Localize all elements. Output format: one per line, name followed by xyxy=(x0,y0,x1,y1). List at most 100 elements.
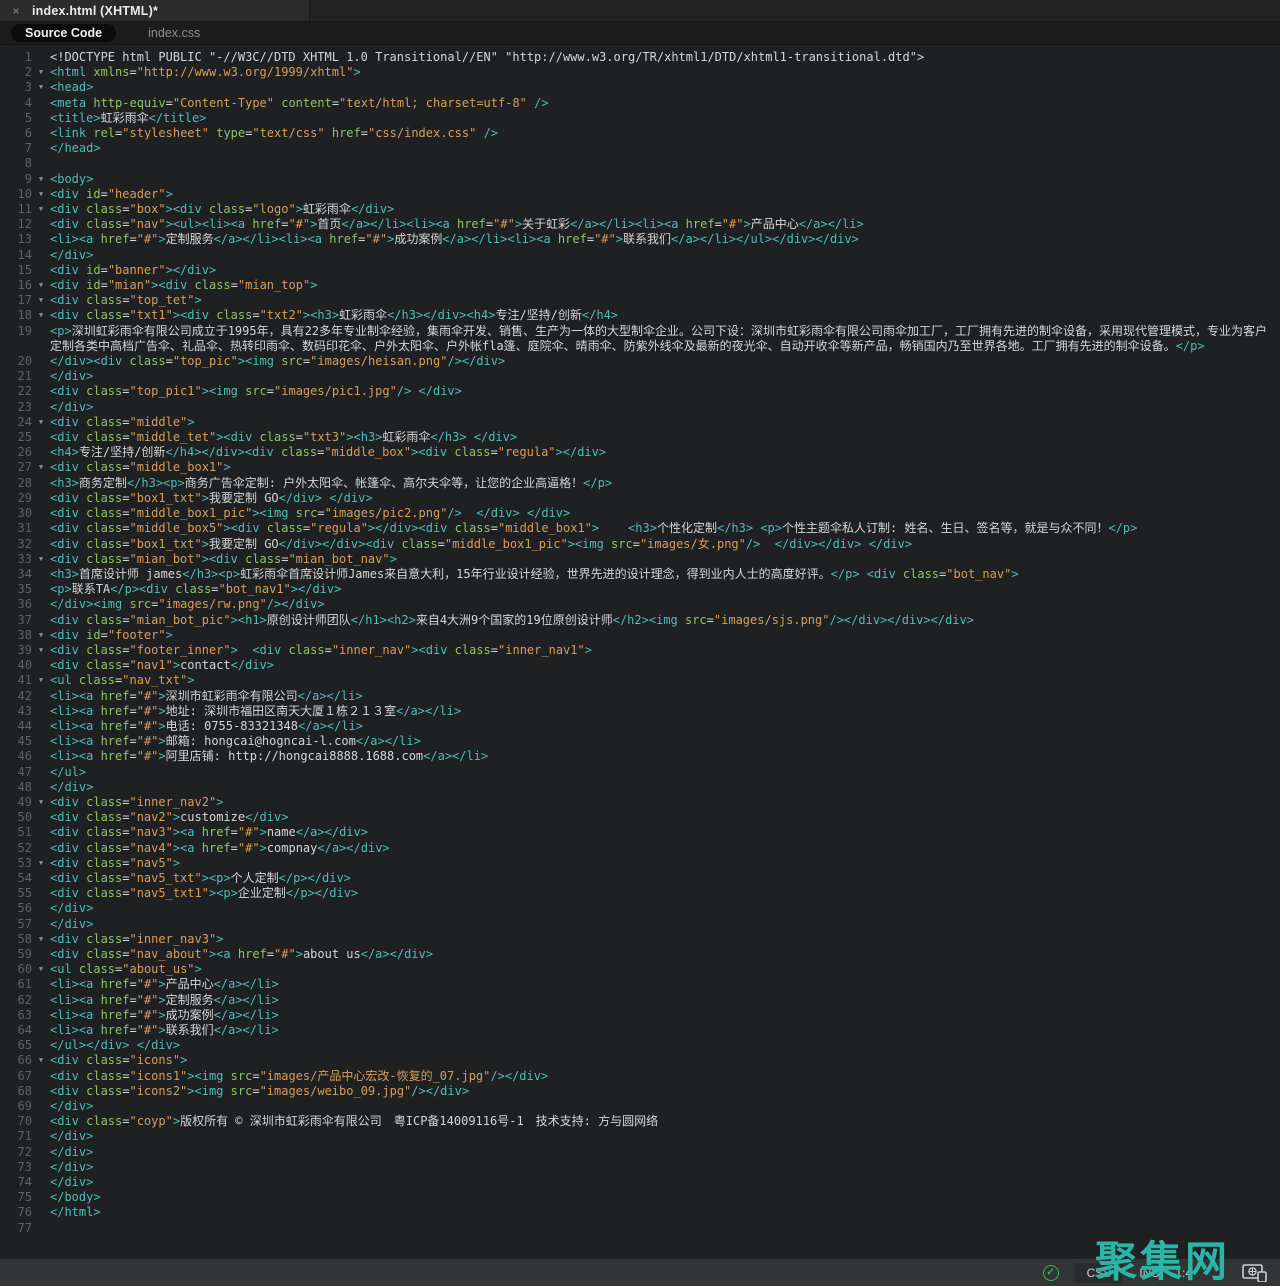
code-line[interactable]: 49▼<div class="inner_nav2"> xyxy=(0,795,1280,810)
code-line[interactable]: 47</ul> xyxy=(0,765,1280,780)
code-line[interactable]: 11▼<div class="box"><div class="logo">虹彩… xyxy=(0,202,1280,217)
code-line[interactable]: 19<p>深圳虹彩雨伞有限公司成立于1995年，具有22多年专业制伞经验，集雨伞… xyxy=(0,324,1280,354)
code-line[interactable]: 15<div id="banner"></div> xyxy=(0,263,1280,278)
fold-arrow-icon[interactable]: ▼ xyxy=(32,1053,50,1068)
code-line[interactable]: 6<link rel="stylesheet" type="text/css" … xyxy=(0,126,1280,141)
code-line[interactable]: 74</div> xyxy=(0,1175,1280,1190)
code-line[interactable]: 48</div> xyxy=(0,780,1280,795)
code-line[interactable]: 36</div><img src="images/rw.png"/></div> xyxy=(0,597,1280,612)
code-line[interactable]: 1<!DOCTYPE html PUBLIC "-//W3C//DTD XHTM… xyxy=(0,50,1280,65)
code-line[interactable]: 51<div class="nav3"><a href="#">name</a>… xyxy=(0,825,1280,840)
code-line[interactable]: 41▼<ul class="nav_txt"> xyxy=(0,673,1280,688)
fold-arrow-icon[interactable]: ▼ xyxy=(32,460,50,475)
code-line[interactable]: 55<div class="nav5_txt1"><p>企业定制</p></di… xyxy=(0,886,1280,901)
code-line[interactable]: 2▼<html xmlns="http://www.w3.org/1999/xh… xyxy=(0,65,1280,80)
code-line[interactable]: 65</ul></div> </div> xyxy=(0,1038,1280,1053)
code-line[interactable]: 7</head> xyxy=(0,141,1280,156)
code-line[interactable]: 56</div> xyxy=(0,901,1280,916)
code-line[interactable]: 5<title>虹彩雨伞</title> xyxy=(0,111,1280,126)
fold-arrow-icon[interactable]: ▼ xyxy=(32,308,50,323)
fold-arrow-icon[interactable]: ▼ xyxy=(32,172,50,187)
fold-arrow-icon[interactable]: ▼ xyxy=(32,202,50,217)
code-line[interactable]: 8 xyxy=(0,156,1280,171)
code-line[interactable]: 12<div class="nav"><ul><li><a href="#">首… xyxy=(0,217,1280,232)
fold-arrow-icon[interactable]: ▼ xyxy=(32,278,50,293)
code-line[interactable]: 34<h3>首席设计师 james</h3><p>虹彩雨伞首席设计师James来… xyxy=(0,567,1280,582)
code-line[interactable]: 75</body> xyxy=(0,1190,1280,1205)
tab-index-css[interactable]: index.css xyxy=(148,26,200,40)
code-line[interactable]: 66▼<div class="icons"> xyxy=(0,1053,1280,1068)
fold-arrow-icon[interactable]: ▼ xyxy=(32,856,50,871)
code-line[interactable]: 42<li><a href="#">深圳市虹彩雨伞有限公司</a></li> xyxy=(0,689,1280,704)
code-line[interactable]: 23</div> xyxy=(0,400,1280,415)
code-line[interactable]: 37<div class="mian_bot_pic"><h1>原创设计师团队<… xyxy=(0,613,1280,628)
code-line[interactable]: 61<li><a href="#">产品中心</a></li> xyxy=(0,977,1280,992)
lint-ok-icon[interactable]: ✓ xyxy=(1043,1265,1059,1281)
code-line[interactable]: 71</div> xyxy=(0,1129,1280,1144)
fold-arrow-icon[interactable]: ▼ xyxy=(32,80,50,95)
code-line[interactable]: 50<div class="nav2">customize</div> xyxy=(0,810,1280,825)
code-line[interactable]: 43<li><a href="#">地址: 深圳市福田区南天大厦１栋２１３室</… xyxy=(0,704,1280,719)
code-line[interactable]: 58▼<div class="inner_nav3"> xyxy=(0,932,1280,947)
fold-arrow-icon[interactable]: ▼ xyxy=(32,552,50,567)
code-line[interactable]: 40<div class="nav1">contact</div> xyxy=(0,658,1280,673)
code-line[interactable]: 28<h3>商务定制</h3><p>商务广告伞定制: 户外太阳伞、帐篷伞、高尔夫… xyxy=(0,476,1280,491)
code-line[interactable]: 64<li><a href="#">联系我们</a></li> xyxy=(0,1023,1280,1038)
code-line[interactable]: 4<meta http-equiv="Content-Type" content… xyxy=(0,96,1280,111)
code-line[interactable]: 30<div class="middle_box1_pic"><img src=… xyxy=(0,506,1280,521)
code-line[interactable]: 20</div><div class="top_pic"><img src="i… xyxy=(0,354,1280,369)
code-line[interactable]: 45<li><a href="#">邮箱: hongcai@hogncai-l.… xyxy=(0,734,1280,749)
code-line[interactable]: 38▼<div id="footer"> xyxy=(0,628,1280,643)
cursor-position[interactable]: 1:4 xyxy=(1175,1266,1192,1280)
fold-arrow-icon[interactable]: ▼ xyxy=(32,962,50,977)
code-line[interactable]: 68<div class="icons2"><img src="images/w… xyxy=(0,1084,1280,1099)
code-line[interactable]: 62<li><a href="#">定制服务</a></li> xyxy=(0,993,1280,1008)
code-line[interactable]: 77 xyxy=(0,1221,1280,1236)
code-line[interactable]: 13<li><a href="#">定制服务</a></li><li><a hr… xyxy=(0,232,1280,247)
code-line[interactable]: 33▼<div class="mian_bot"><div class="mia… xyxy=(0,552,1280,567)
fold-arrow-icon[interactable]: ▼ xyxy=(32,932,50,947)
code-line[interactable]: 21</div> xyxy=(0,369,1280,384)
fold-arrow-icon[interactable]: ▼ xyxy=(32,628,50,643)
code-line[interactable]: 46<li><a href="#">阿里店铺: http://hongcai88… xyxy=(0,749,1280,764)
fold-arrow-icon[interactable]: ▼ xyxy=(32,187,50,202)
fold-arrow-icon[interactable]: ▼ xyxy=(32,643,50,658)
fold-arrow-icon[interactable]: ▼ xyxy=(32,293,50,308)
code-line[interactable]: 18▼<div class="txt1"><div class="txt2"><… xyxy=(0,308,1280,323)
code-line[interactable]: 9▼<body> xyxy=(0,172,1280,187)
code-line[interactable]: 26<h4>专注/坚持/创新</h4></div><div class="mid… xyxy=(0,445,1280,460)
file-tab[interactable]: × index.html (XHTML)* xyxy=(0,0,310,21)
code-line[interactable]: 3▼<head> xyxy=(0,80,1280,95)
code-line[interactable]: 16▼<div id="mian"><div class="mian_top"> xyxy=(0,278,1280,293)
code-line[interactable]: 63<li><a href="#">成功案例</a></li> xyxy=(0,1008,1280,1023)
fold-arrow-icon[interactable]: ▼ xyxy=(32,415,50,430)
code-line[interactable]: 72</div> xyxy=(0,1145,1280,1160)
code-line[interactable]: 52<div class="nav4"><a href="#">compnay<… xyxy=(0,841,1280,856)
code-line[interactable]: 31<div class="middle_box5"><div class="r… xyxy=(0,521,1280,536)
code-editor[interactable]: 1<!DOCTYPE html PUBLIC "-//W3C//DTD XHTM… xyxy=(0,46,1280,1258)
code-line[interactable]: 39▼<div class="footer_inner"> <div class… xyxy=(0,643,1280,658)
code-line[interactable]: 10▼<div id="header"> xyxy=(0,187,1280,202)
fold-arrow-icon[interactable]: ▼ xyxy=(32,673,50,688)
doc-type-label[interactable]: CSS xyxy=(1075,1263,1124,1283)
code-line[interactable]: 53▼<div class="nav5"> xyxy=(0,856,1280,871)
code-line[interactable]: 44<li><a href="#">电话: 0755-83321348</a><… xyxy=(0,719,1280,734)
code-line[interactable]: 35<p>联系TA</p><div class="bot_nav1"></div… xyxy=(0,582,1280,597)
code-line[interactable]: 29<div class="box1_txt">我要定制 GO</div> </… xyxy=(0,491,1280,506)
code-line[interactable]: 27▼<div class="middle_box1"> xyxy=(0,460,1280,475)
fold-arrow-icon[interactable]: ▼ xyxy=(32,795,50,810)
code-line[interactable]: 22<div class="top_pic1"><img src="images… xyxy=(0,384,1280,399)
code-line[interactable]: 14</div> xyxy=(0,248,1280,263)
code-line[interactable]: 67<div class="icons1"><img src="images/产… xyxy=(0,1069,1280,1084)
code-line[interactable]: 70<div class="coyp">版权所有 © 深圳市虹彩雨伞有限公司 粤… xyxy=(0,1114,1280,1129)
code-line[interactable]: 69</div> xyxy=(0,1099,1280,1114)
insert-mode-toggle[interactable]: INS xyxy=(1139,1266,1159,1280)
code-line[interactable]: 17▼<div class="top_tet"> xyxy=(0,293,1280,308)
code-line[interactable]: 24▼<div class="middle"> xyxy=(0,415,1280,430)
close-tab-icon[interactable]: × xyxy=(10,5,22,17)
code-line[interactable]: 32<div class="box1_txt">我要定制 GO</div></d… xyxy=(0,537,1280,552)
live-preview-icon[interactable] xyxy=(1242,1264,1268,1282)
fold-arrow-icon[interactable]: ▼ xyxy=(32,65,50,80)
code-line[interactable]: 54<div class="nav5_txt"><p>个人定制</p></div… xyxy=(0,871,1280,886)
tab-source-code[interactable]: Source Code xyxy=(11,24,116,42)
